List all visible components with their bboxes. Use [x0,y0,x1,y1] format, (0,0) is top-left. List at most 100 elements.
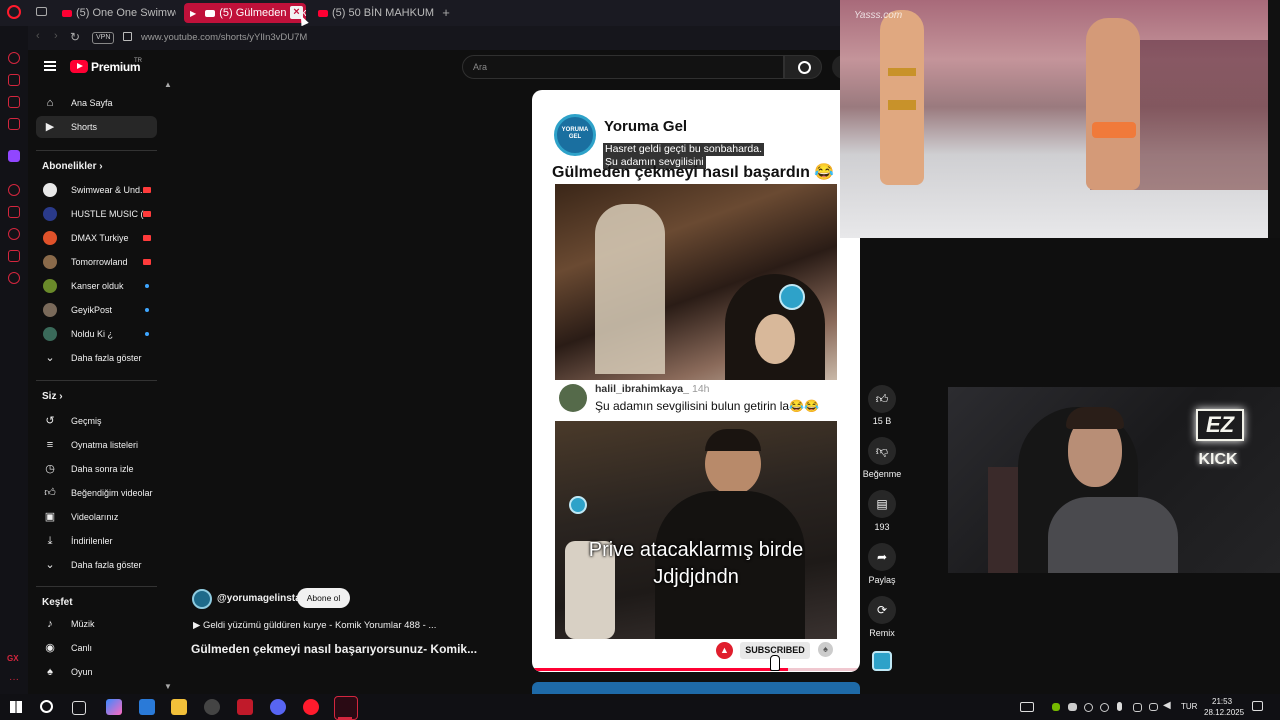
like-button[interactable]: 👍︎ [868,385,896,413]
avatar [43,183,57,197]
search-taskbar-icon[interactable] [40,700,53,713]
messenger-icon[interactable] [8,96,20,108]
gx-icon[interactable]: GX [7,654,19,663]
windows-start-icon[interactable] [10,701,22,713]
progress-bar[interactable] [532,668,860,671]
you-show-more[interactable]: ⌄ Daha fazla göster [36,554,157,576]
clock-time[interactable]: 21:53 [1212,697,1232,706]
subscriptions-show-more[interactable]: ⌄ Daha fazla göster [36,347,157,369]
notifications-icon[interactable] [1252,701,1263,711]
sound-channel-thumbnail[interactable] [872,651,892,671]
menu-hamburger-icon[interactable] [44,61,56,71]
sidebar-item-downloads[interactable]: ⤓ İndirilenler [36,530,157,552]
dislike-button[interactable]: 👎︎ [868,437,896,465]
mail-icon[interactable] [139,699,155,715]
sidebar-scroll-up-icon[interactable]: ▲ [164,80,172,89]
live-indicator-icon [143,211,151,217]
you-header[interactable]: Siz › [42,391,63,402]
more-icon[interactable]: ··· [9,674,19,685]
reload-icon[interactable]: ↻ [70,30,80,44]
sidebar-item-watch-later[interactable]: ◷ Daha sonra izle [36,458,157,480]
search-input[interactable]: Ara [462,55,784,79]
player-icon[interactable] [8,184,20,196]
clock-date[interactable]: 28.12.2025 [1204,708,1244,717]
extensions-icon[interactable] [8,250,20,262]
next-short-preview[interactable] [532,682,860,694]
new-tab-button[interactable]: + [440,4,452,22]
subscription-item[interactable]: DMAX Turkiye [36,227,157,249]
microphone-icon[interactable] [1117,702,1122,711]
obs-icon[interactable] [204,699,220,715]
channel-avatar[interactable] [192,589,212,609]
sidebar-item-your-videos[interactable]: ▣ Videolarınız [36,506,157,528]
subscription-item[interactable]: Kanser olduk [36,275,157,297]
file-explorer-icon[interactable] [171,699,187,715]
network-icon[interactable] [1149,703,1158,711]
subscriptions-header[interactable]: Abonelikler › [42,161,103,172]
short-video-player[interactable]: YORUMA GEL Yoruma Gel Hasret geldi geçti… [532,90,860,672]
copilot-icon[interactable] [106,699,122,715]
history-rail-icon[interactable] [8,228,20,240]
workspaces-icon[interactable] [36,7,47,16]
subscription-item[interactable]: GeyikPost [36,299,157,321]
bookmarks-icon[interactable] [8,206,20,218]
aria-icon[interactable] [8,52,20,64]
short-video-title[interactable]: Gülmeden çekmeyi nasıl başarıyorsunuz- K… [191,642,477,656]
crypto-wallet-icon[interactable] [8,74,20,86]
opera-taskbar-icon[interactable] [303,699,319,715]
voicemod-icon[interactable] [237,699,253,715]
discord-icon[interactable] [270,699,286,715]
live-indicator-icon [143,235,151,241]
share-button[interactable]: ➦ [868,543,896,571]
thumb-down-icon: 👎︎ [875,444,889,458]
sidebar-item-history[interactable]: ↺ Geçmiş [36,410,157,432]
comments-button[interactable]: ▤ [868,490,896,518]
video-icon: ▣ [44,511,56,523]
input-language[interactable]: TUR [1181,702,1197,711]
task-view-icon[interactable] [72,701,86,715]
music-link[interactable]: ▶ Geldi yüzümü güldüren kurye - Komik Yo… [193,620,436,631]
tray-icon[interactable] [1084,703,1093,712]
forward-icon[interactable]: › [54,30,58,42]
subscription-item[interactable]: Swimwear & Und... [36,179,157,201]
sidebar-item-liked-videos[interactable]: 👍︎ Beğendiğim videolar [36,482,157,504]
video-title-text: Gülmeden çekmeyi nasıl başardın 😂 [552,164,835,181]
discord-tray-icon[interactable] [1068,703,1077,711]
channel-handle[interactable]: @yorumagelinsta [217,593,301,604]
sidebar-item-shorts[interactable]: ▶ Shorts [36,116,157,138]
tray-icon[interactable] [1100,703,1109,712]
youtube-logo[interactable]: Premium TR [70,58,170,75]
settings-icon[interactable] [8,272,20,284]
avatar [43,231,57,245]
remix-button[interactable]: ⟳ [868,596,896,624]
instagram-icon[interactable] [8,118,20,130]
vpn-badge[interactable]: VPN [92,32,115,44]
tab-gulmeden-active[interactable]: ▶ (5) Gülmeden çek × [184,3,306,23]
twitch-icon[interactable] [8,150,20,162]
volume-icon[interactable]: ◀ [1163,700,1171,711]
sidebar-item-gaming[interactable]: ♠ Oyun [36,661,157,683]
download-icon: ⤓ [47,535,53,547]
subscription-item[interactable]: Noldu Ki ¿ [36,323,157,345]
tab-swimwear[interactable]: (5) One One Swimwear Fa [56,3,176,23]
nvidia-tray-icon[interactable] [1052,703,1060,711]
sidebar-scroll-down-icon[interactable]: ▼ [164,682,172,691]
tray-icon[interactable] [1133,703,1142,712]
search-button[interactable] [784,55,822,79]
tab-50-bin-mahkum[interactable]: (5) 50 BİN MAHKUM SERE [312,3,434,23]
chevron-right-icon: › [99,161,103,172]
sidebar-item-music[interactable]: ♪ Müzik [36,613,157,635]
chevron-right-icon: › [59,391,63,402]
sidebar-item-playlists[interactable]: ≡ Oynatma listeleri [36,434,157,456]
sidebar-item-live[interactable]: ◉ Canlı [36,637,157,659]
subscription-item[interactable]: Tomorrowland [36,251,157,273]
mouse-cursor-icon [297,13,309,27]
remix-label: Remix [869,628,895,638]
url-field[interactable]: www.youtube.com/shorts/yYlIn3vDU7M [141,32,307,43]
subscription-item[interactable]: HUSTLE MUSIC (... [36,203,157,225]
subscribe-button[interactable]: Abone ol [297,588,350,608]
opera-logo-icon[interactable] [7,5,21,19]
back-icon[interactable]: ‹ [36,30,40,42]
sidebar-item-home[interactable]: ⌂ Ana Sayfa [36,92,157,114]
keyboard-icon[interactable] [1020,702,1034,712]
